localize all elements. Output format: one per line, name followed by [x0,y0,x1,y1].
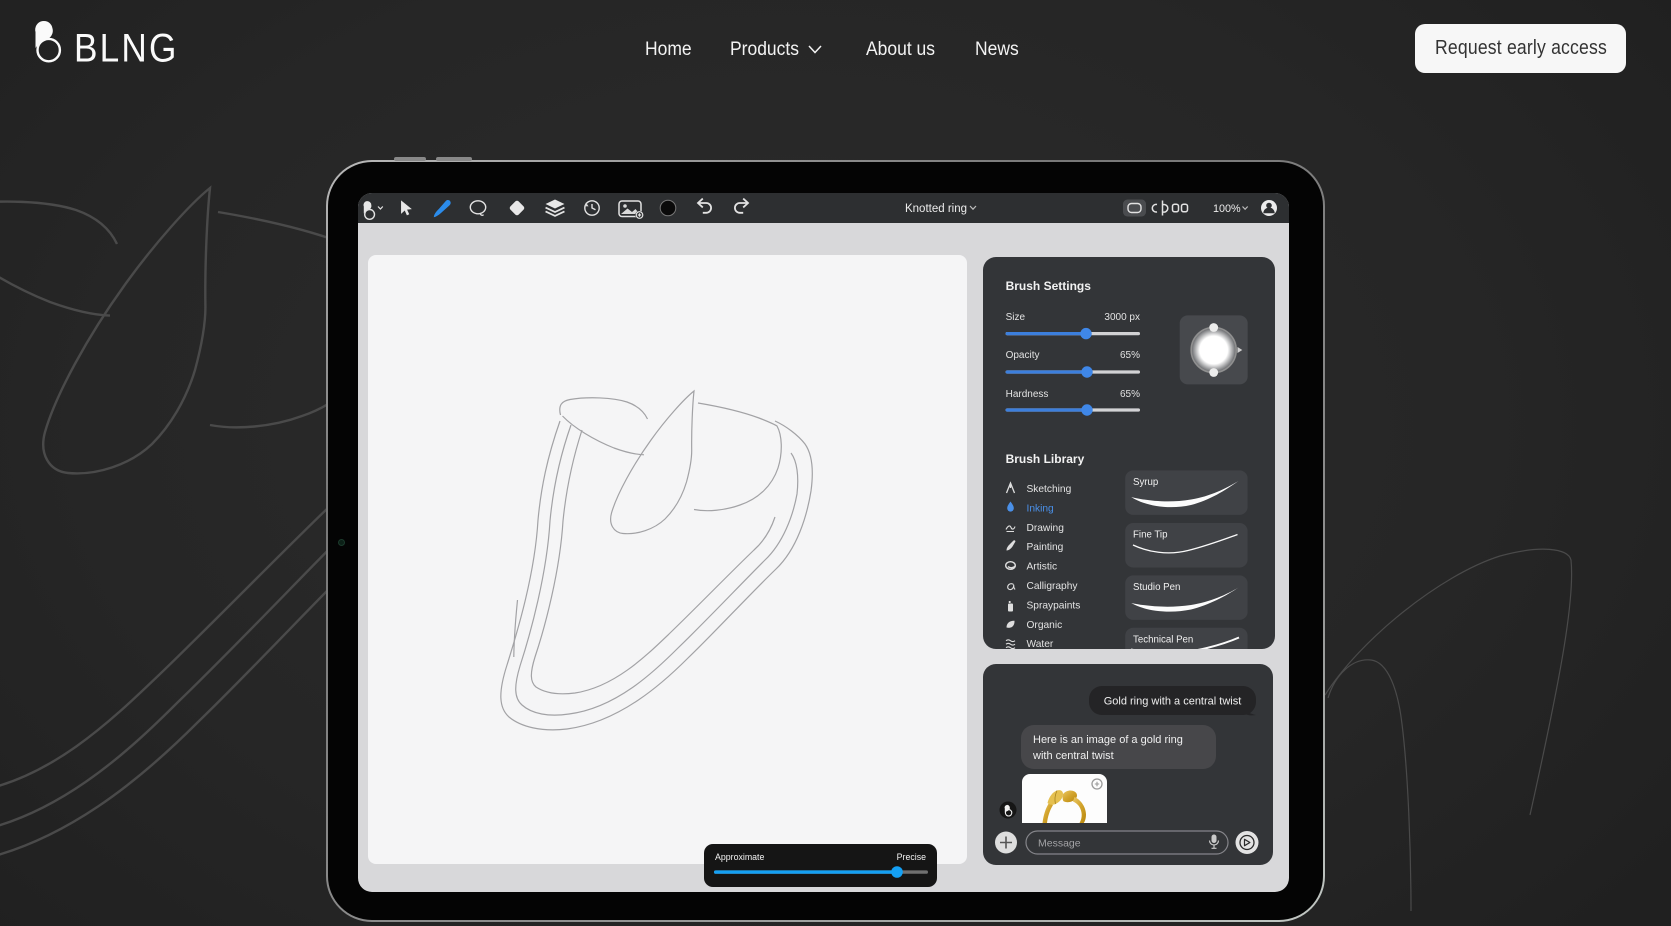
svg-text:Sketching: Sketching [1027,484,1072,495]
svg-text:Brush Settings: Brush Settings [1006,279,1092,293]
svg-text:Organic: Organic [1027,620,1063,631]
svg-text:Message: Message [1038,838,1081,850]
svg-text:Painting: Painting [1027,542,1064,553]
svg-text:Knotted ring: Knotted ring [905,203,967,215]
svg-text:Calligraphy: Calligraphy [1027,581,1079,592]
svg-text:Water: Water [1027,639,1054,649]
svg-text:Spraypaints: Spraypaints [1027,600,1081,611]
svg-text:Gold ring with a central twist: Gold ring with a central twist [1104,696,1242,708]
svg-text:Precise: Precise [897,852,926,862]
svg-text:Studio Pen: Studio Pen [1133,582,1180,593]
svg-text:3000 px: 3000 px [1104,312,1140,323]
svg-text:100%: 100% [1213,203,1241,215]
svg-text:Fine Tip: Fine Tip [1133,530,1167,541]
svg-text:65%: 65% [1120,350,1140,361]
svg-text:Hardness: Hardness [1006,389,1049,400]
svg-text:Brush Library: Brush Library [1006,452,1085,466]
svg-text:Here is an image of a gold rin: Here is an image of a gold ring [1033,734,1183,746]
svg-text:Syrup: Syrup [1133,477,1158,488]
svg-text:Opacity: Opacity [1006,350,1040,361]
svg-text:Artistic: Artistic [1027,562,1058,573]
svg-text:Approximate: Approximate [715,852,764,862]
svg-text:Drawing: Drawing [1027,523,1065,534]
svg-text:with central twist: with central twist [1032,750,1114,762]
svg-text:Inking: Inking [1027,503,1055,514]
svg-text:BLNG: BLNG [74,25,179,70]
svg-text:Technical Pen: Technical Pen [1133,634,1193,645]
svg-text:Size: Size [1006,312,1026,323]
svg-text:65%: 65% [1120,389,1140,400]
